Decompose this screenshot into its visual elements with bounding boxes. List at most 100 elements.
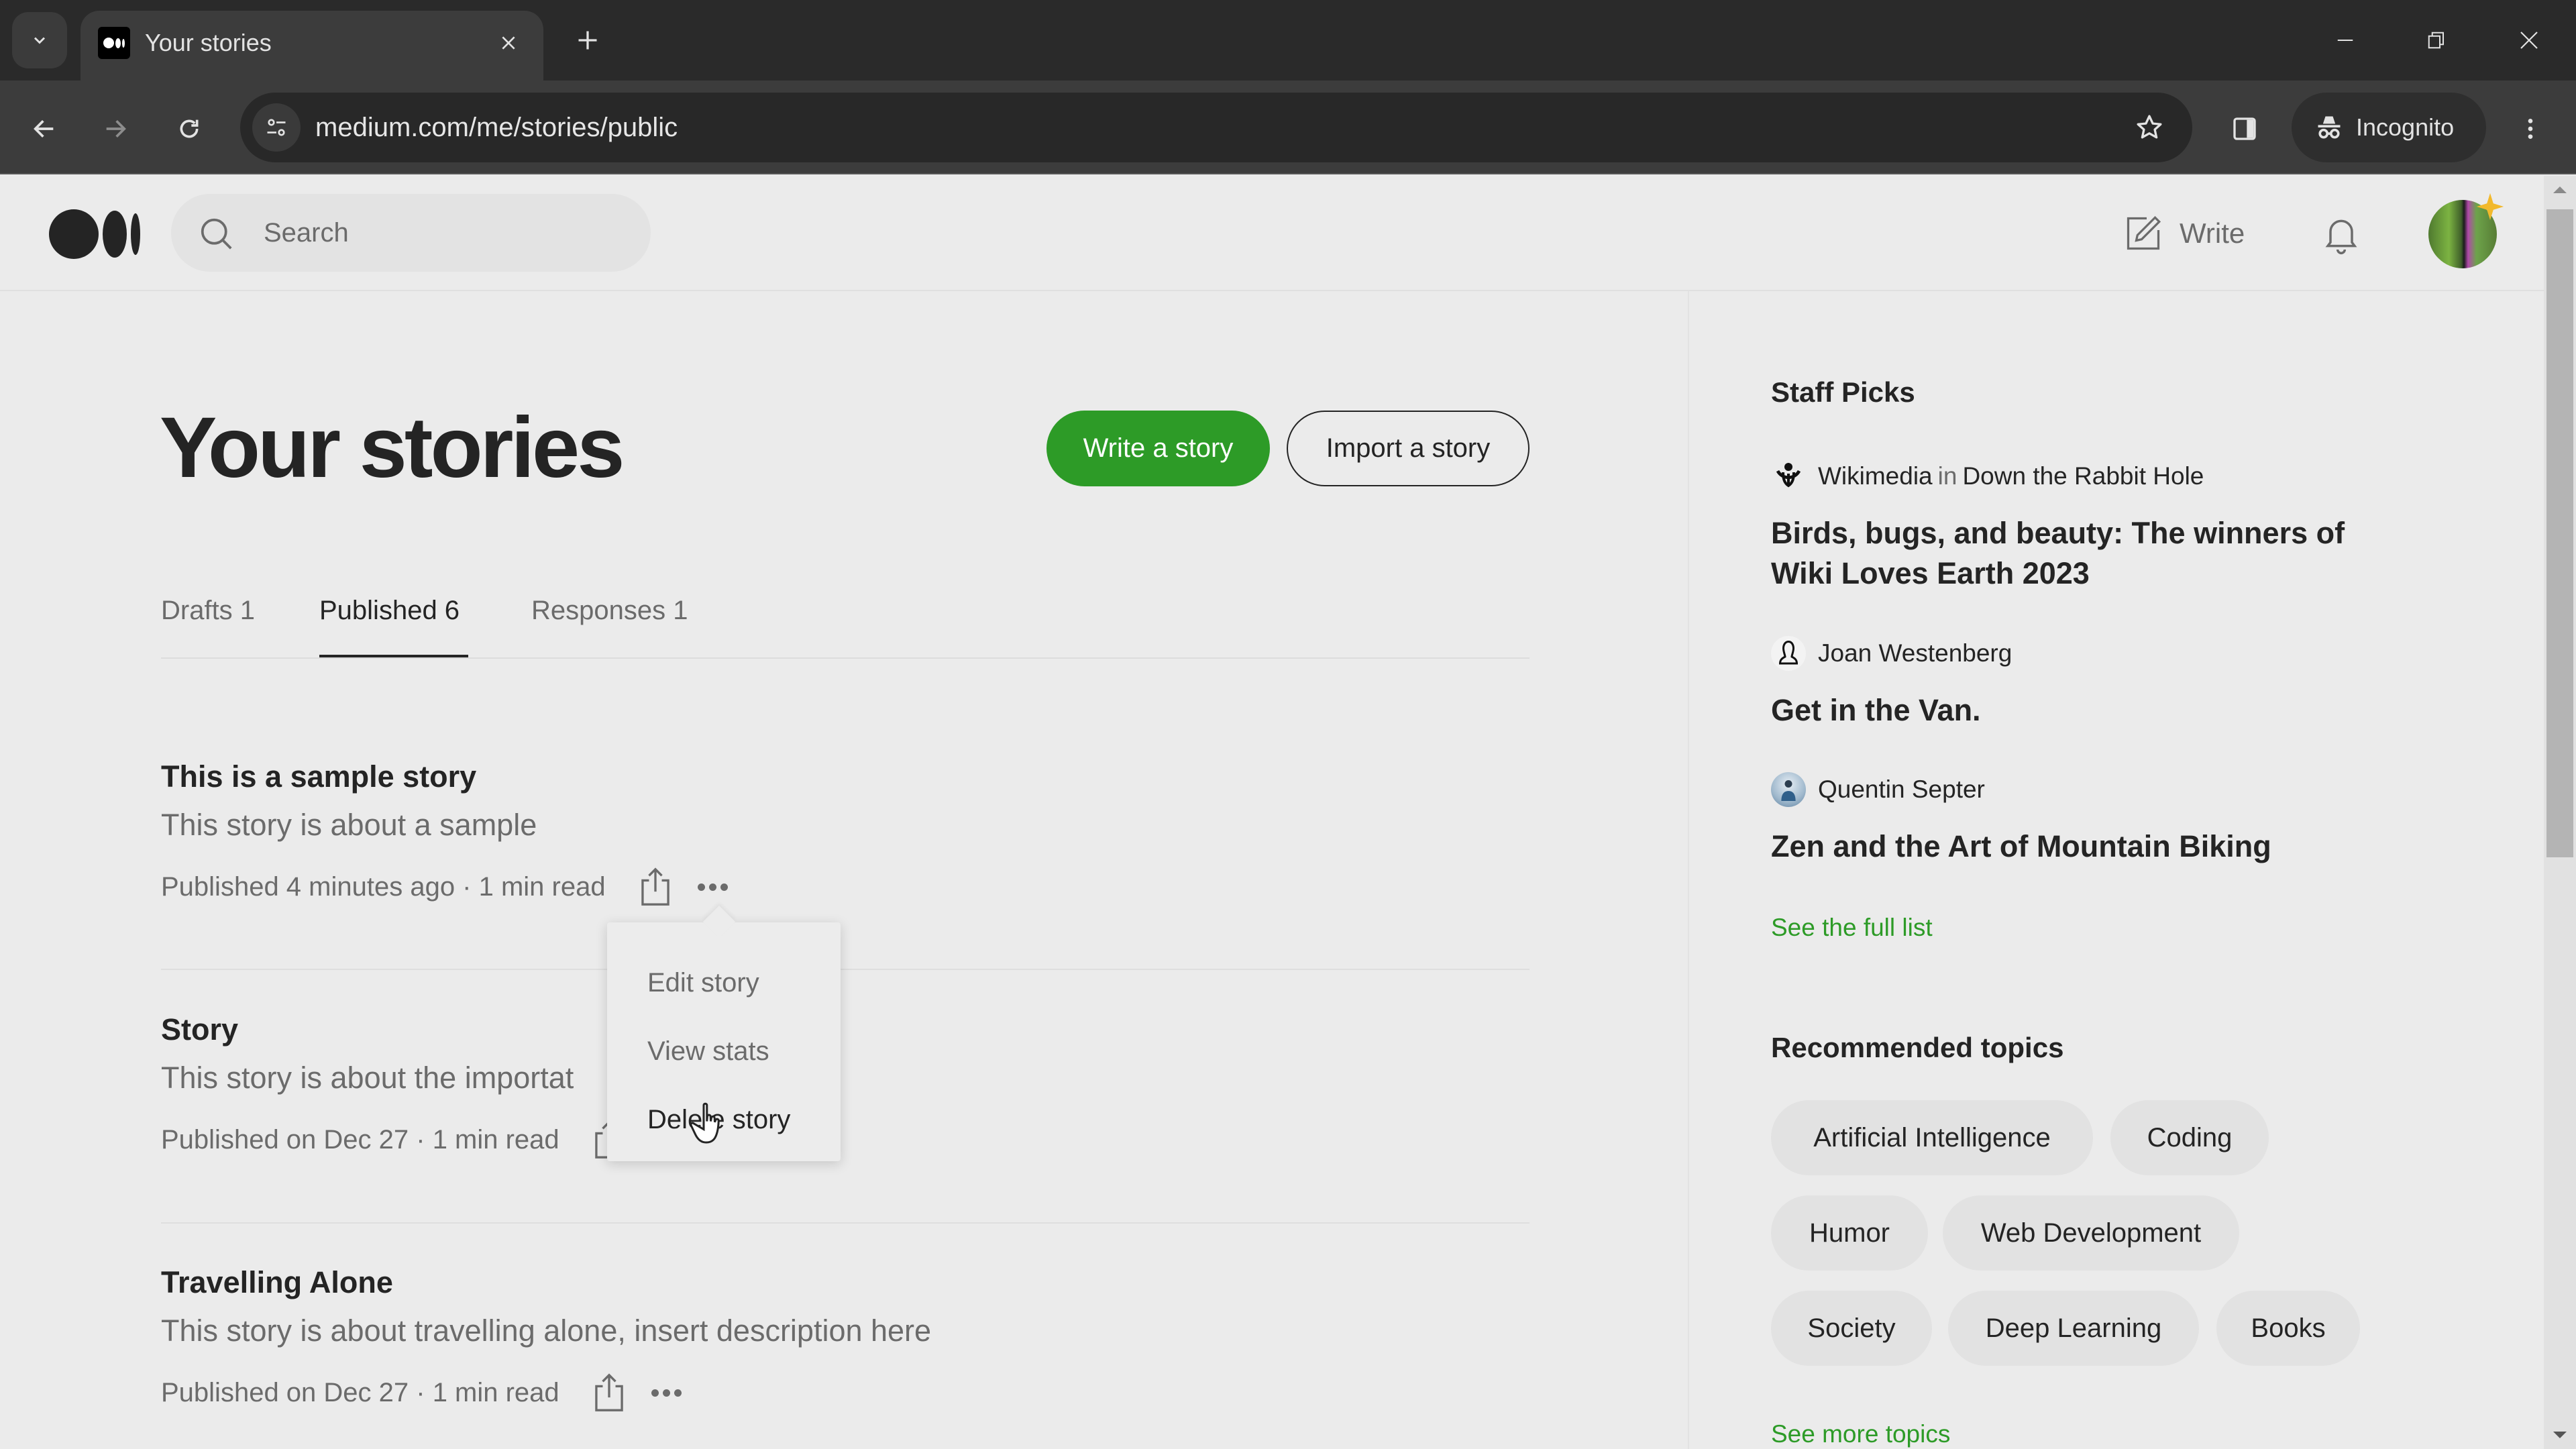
menu-item-view-stats[interactable]: View stats (647, 1032, 769, 1070)
story-description: This story is about travelling alone, in… (161, 1313, 932, 1348)
tune-icon (267, 119, 286, 136)
restore-icon (2428, 32, 2444, 49)
dot-icon (674, 1389, 682, 1397)
tab-responses[interactable]: Responses 1 (531, 592, 688, 629)
pick-author-name[interactable]: Wikimedia (1818, 462, 1933, 490)
site-info-button[interactable] (252, 103, 301, 152)
menu-caret (702, 905, 736, 938)
tab-published[interactable]: Published 6 (319, 592, 460, 629)
scrollbar-thumb[interactable] (2546, 209, 2573, 857)
edit-icon (2127, 215, 2161, 250)
story-description: This story is about a sample (161, 808, 537, 842)
tab-drafts[interactable]: Drafts 1 (161, 592, 255, 629)
close-icon (502, 36, 515, 50)
reload-icon (180, 119, 199, 138)
pick-author-row[interactable]: Quentin Septer (1771, 771, 1985, 808)
menu-item-edit-story[interactable]: Edit story (647, 964, 759, 1002)
browser-menu-button[interactable] (2506, 105, 2555, 153)
side-panel-button[interactable] (2220, 105, 2269, 153)
share-icon (594, 1373, 623, 1411)
tab-close-button[interactable] (491, 25, 526, 60)
write-story-button[interactable]: Write a story (1046, 411, 1270, 486)
topic-chip[interactable]: Books (2216, 1291, 2360, 1366)
topic-chip[interactable]: Web Development (1943, 1195, 2239, 1271)
new-tab-button[interactable] (568, 20, 608, 60)
pick-title[interactable]: Zen and the Art of Mountain Biking (1771, 826, 2375, 867)
plus-icon (578, 31, 597, 50)
minimize-button[interactable] (2318, 17, 2372, 63)
story-meta-text: Published on Dec 27 · 1 min read (161, 1125, 559, 1155)
restore-button[interactable] (2410, 17, 2463, 63)
tab-title: Your stories (145, 29, 272, 56)
story-title[interactable]: This is a sample story (161, 757, 476, 797)
search-bar[interactable] (171, 194, 651, 272)
column-divider (1688, 291, 1689, 1449)
pick-title[interactable]: Get in the Van. (1771, 690, 2375, 731)
browser-tab-bar: Your stories (0, 0, 2576, 80)
browser-tab-active[interactable]: Your stories (80, 11, 543, 80)
story-description-start: This story is about the importat (161, 1061, 574, 1095)
write-label: Write (2180, 217, 2245, 249)
import-story-button[interactable]: Import a story (1287, 411, 1529, 486)
scroll-down-arrow-icon[interactable] (2553, 1432, 2567, 1438)
notifications-button[interactable] (2316, 208, 2367, 259)
pick-title[interactable]: Birds, bugs, and beauty: The winners of … (1771, 513, 2375, 594)
topic-chip[interactable]: Artificial Intelligence (1771, 1100, 2093, 1175)
topic-chip[interactable]: Deep Learning (1948, 1291, 2199, 1366)
search-icon (201, 218, 232, 250)
reload-button[interactable] (165, 105, 213, 153)
see-more-topics-link[interactable]: See more topics (1771, 1417, 1950, 1449)
pick-author-row[interactable]: Wikimedia in Down the Rabbit Hole (1771, 458, 2204, 495)
tab-search-button[interactable] (12, 12, 67, 68)
site-header: Write (0, 176, 2544, 291)
author-avatar (1771, 636, 1806, 671)
incognito-icon (2318, 116, 2341, 139)
see-full-list-link[interactable]: See the full list (1771, 910, 1933, 945)
author-avatar (1771, 772, 1806, 807)
story-meta-text: Published on Dec 27 · 1 min read (161, 1378, 559, 1407)
dot-icon (720, 883, 729, 891)
forward-button[interactable] (91, 105, 140, 153)
chevron-down-icon (34, 37, 46, 44)
close-window-button[interactable] (2502, 17, 2556, 63)
arrow-right-icon (106, 120, 126, 138)
pick-publication[interactable]: Down the Rabbit Hole (1962, 462, 2204, 490)
back-button[interactable] (20, 105, 68, 153)
topic-chip[interactable]: Coding (2110, 1100, 2269, 1175)
story-title[interactable]: Travelling Alone (161, 1263, 393, 1303)
story-title[interactable]: Story (161, 1010, 238, 1050)
pick-connector: in (1937, 462, 1957, 490)
star-icon (2137, 115, 2162, 139)
page-scrollbar[interactable] (2544, 176, 2576, 1449)
topic-chip[interactable]: Society (1771, 1291, 1932, 1366)
url-text[interactable]: medium.com/me/stories/public (315, 110, 678, 145)
dot-icon (663, 1389, 671, 1397)
pick-author-row[interactable]: Joan Westenberg (1771, 635, 2012, 672)
more-options-button[interactable] (648, 1374, 686, 1411)
scroll-up-arrow-icon[interactable] (2553, 186, 2567, 193)
write-link[interactable]: Write (2123, 208, 2245, 259)
member-star-icon (2476, 193, 2504, 221)
topic-chip[interactable]: Humor (1771, 1195, 1928, 1271)
address-bar[interactable]: medium.com/me/stories/public (240, 93, 2192, 162)
share-button[interactable] (590, 1371, 628, 1414)
pick-author-name[interactable]: Joan Westenberg (1818, 639, 2012, 667)
bookmark-button[interactable] (2131, 109, 2168, 146)
arrow-left-icon (34, 120, 54, 138)
person-icon (1778, 640, 1799, 665)
share-button[interactable] (637, 865, 674, 908)
bell-icon (2325, 219, 2357, 254)
share-icon (641, 867, 669, 906)
staff-picks-heading: Staff Picks (1771, 376, 1915, 408)
story-meta-text: Published 4 minutes ago · 1 min read (161, 872, 606, 902)
stories-tabs: Drafts 1 Published 6 Responses 1 (161, 584, 1529, 659)
page-title: Your stories (160, 400, 625, 496)
story-meta: Published 4 minutes ago · 1 min read (161, 865, 732, 908)
search-input[interactable] (264, 213, 626, 253)
medium-logo[interactable] (49, 209, 140, 259)
recommended-topics-heading: Recommended topics (1771, 1032, 2064, 1063)
dot-icon (698, 883, 706, 891)
more-options-button[interactable] (694, 868, 732, 906)
pick-author-name[interactable]: Quentin Septer (1818, 775, 1985, 804)
incognito-indicator[interactable]: Incognito (2292, 93, 2486, 162)
